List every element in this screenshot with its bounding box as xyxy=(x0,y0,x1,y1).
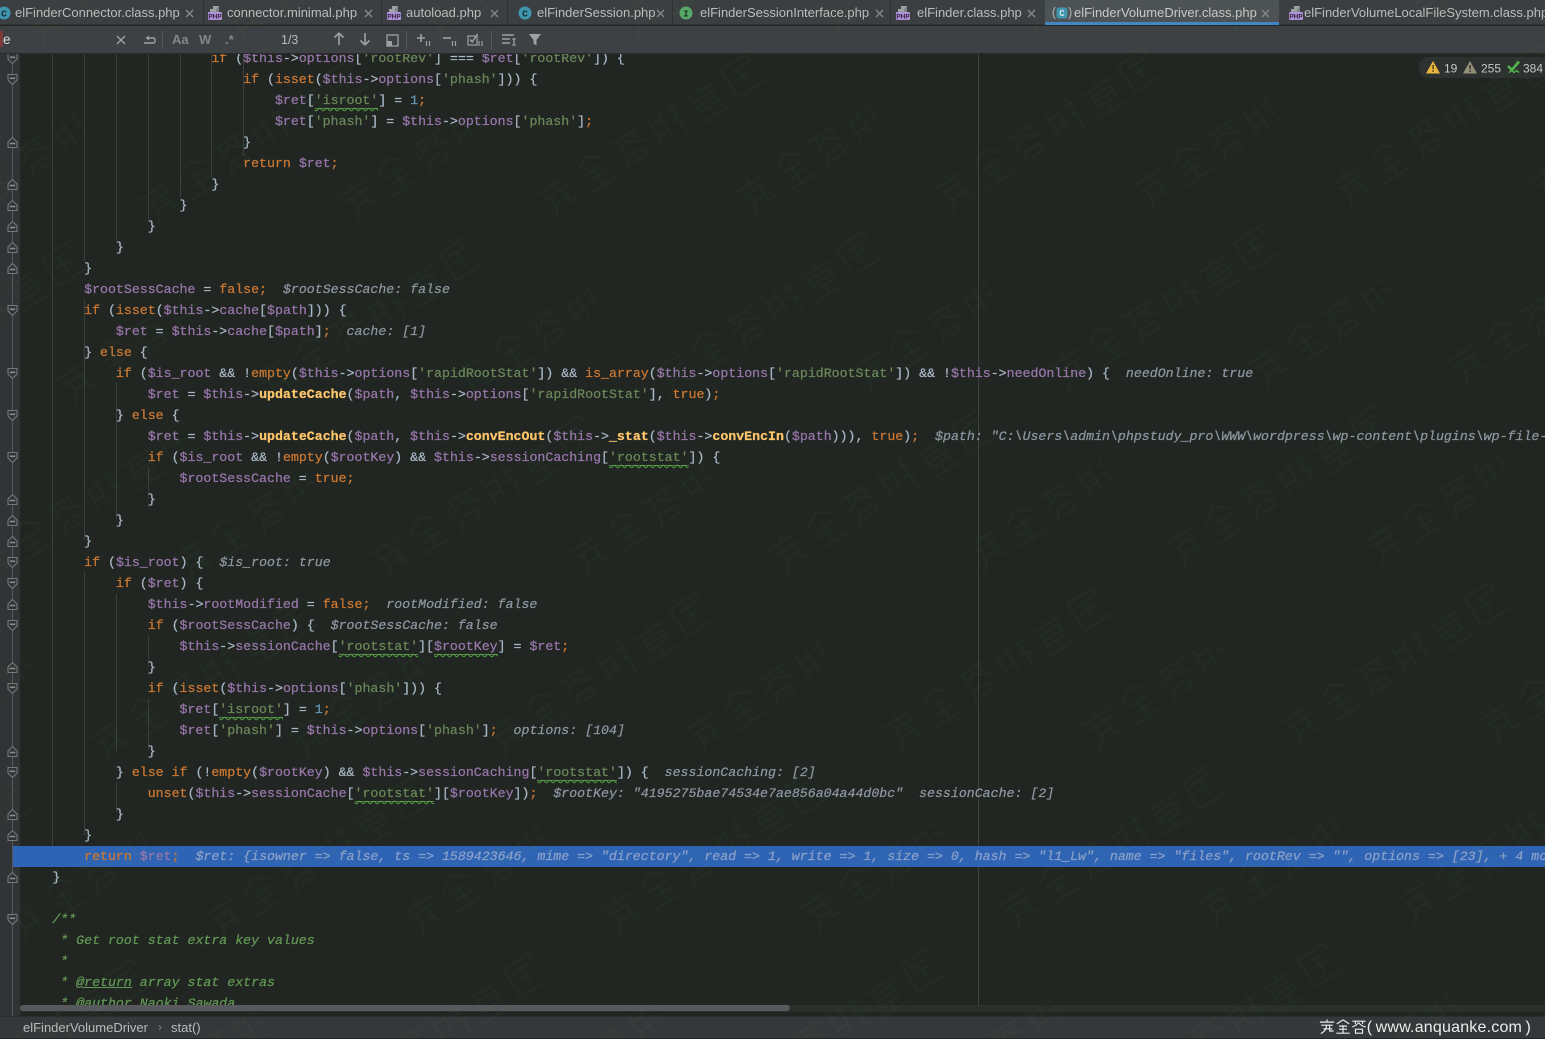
svg-text:C: C xyxy=(1059,9,1065,19)
svg-text:PHP: PHP xyxy=(1289,14,1303,21)
svg-text:19: 19 xyxy=(1444,62,1458,76)
svg-text:I: I xyxy=(683,9,689,20)
svg-text:PHP: PHP xyxy=(387,14,401,21)
svg-text:384: 384 xyxy=(1523,62,1543,76)
svg-text:PHP: PHP xyxy=(208,14,222,21)
svg-text:C: C xyxy=(522,9,528,20)
svg-text:C: C xyxy=(1,9,7,20)
svg-text:255: 255 xyxy=(1481,62,1501,76)
svg-text:PHP: PHP xyxy=(896,14,910,21)
